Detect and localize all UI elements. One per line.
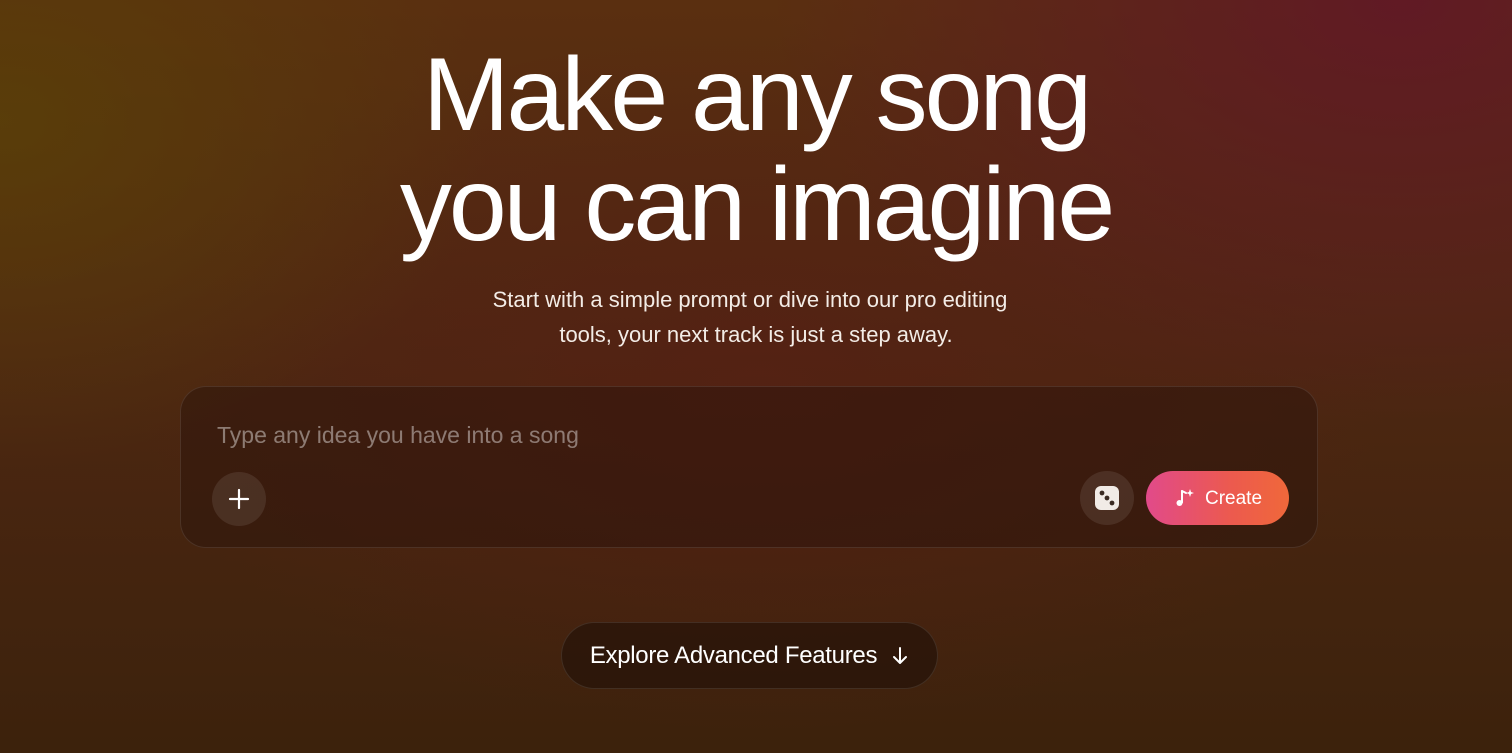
song-prompt-box: Create bbox=[180, 386, 1318, 548]
hero-subtitle: Start with a simple prompt or dive into … bbox=[0, 282, 1512, 352]
plus-icon bbox=[228, 488, 250, 510]
create-button[interactable]: Create bbox=[1146, 471, 1289, 525]
explore-button-label: Explore Advanced Features bbox=[589, 641, 878, 669]
dice-icon bbox=[1095, 486, 1119, 510]
arrow-down-icon bbox=[893, 646, 908, 664]
music-note-sparkle-icon bbox=[1176, 489, 1194, 506]
headline-line-2: you can imagine bbox=[399, 147, 1115, 263]
hero-section: Make any song you can imagine Start with… bbox=[0, 0, 1512, 753]
add-button[interactable] bbox=[212, 472, 266, 526]
song-idea-input[interactable] bbox=[217, 417, 1217, 453]
random-prompt-button[interactable] bbox=[1080, 471, 1134, 525]
headline-line-1: Make any song bbox=[422, 37, 1092, 153]
create-button-label: Create bbox=[1204, 487, 1263, 509]
subtitle-line-2: tools, your next track is just a step aw… bbox=[559, 322, 953, 347]
subtitle-line-1: Start with a simple prompt or dive into … bbox=[492, 287, 1008, 312]
page-title: Make any song you can imagine bbox=[0, 40, 1512, 260]
explore-advanced-features-button[interactable]: Explore Advanced Features bbox=[561, 622, 938, 689]
